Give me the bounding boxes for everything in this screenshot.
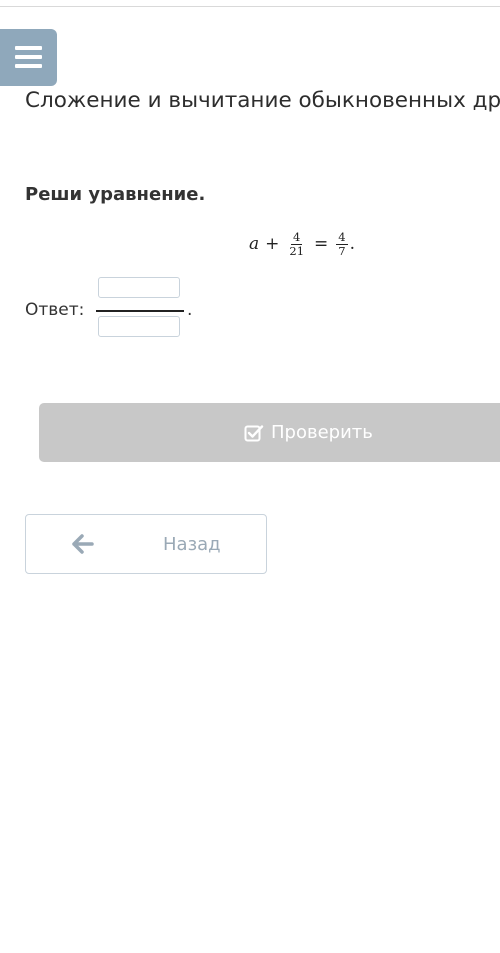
fraction-1: 4 21 bbox=[287, 229, 306, 258]
equation-plus: + bbox=[265, 234, 280, 254]
answer-fraction-bar bbox=[96, 310, 184, 312]
top-divider bbox=[0, 0, 500, 7]
arrow-left-icon bbox=[72, 534, 94, 554]
answer-numerator-input[interactable] bbox=[98, 277, 180, 298]
back-button[interactable]: Назад bbox=[25, 514, 267, 574]
fraction-1-numerator: 4 bbox=[291, 229, 303, 245]
task-title: Реши уравнение. bbox=[25, 184, 206, 205]
fraction-2-numerator: 4 bbox=[336, 229, 348, 245]
equation: a + 4 21 = 4 7 . bbox=[249, 224, 355, 264]
check-button-label: Проверить bbox=[271, 422, 373, 443]
fraction-2: 4 7 bbox=[336, 229, 348, 258]
equation-end: . bbox=[349, 234, 356, 254]
lesson-title: Сложение и вычитание обыкновенных дробей… bbox=[25, 88, 500, 113]
fraction-1-denominator: 21 bbox=[289, 243, 305, 258]
answer-denominator-input[interactable] bbox=[98, 316, 180, 337]
answer-label: Ответ: bbox=[25, 300, 85, 320]
menu-button[interactable] bbox=[0, 29, 57, 86]
equation-equals: = bbox=[314, 234, 329, 254]
back-button-label: Назад bbox=[163, 534, 221, 555]
equation-variable: a bbox=[249, 234, 260, 254]
answer-end: . bbox=[187, 300, 193, 320]
fraction-2-denominator: 7 bbox=[338, 243, 346, 258]
check-button[interactable]: Проверить bbox=[39, 403, 500, 462]
check-square-icon bbox=[244, 424, 264, 441]
